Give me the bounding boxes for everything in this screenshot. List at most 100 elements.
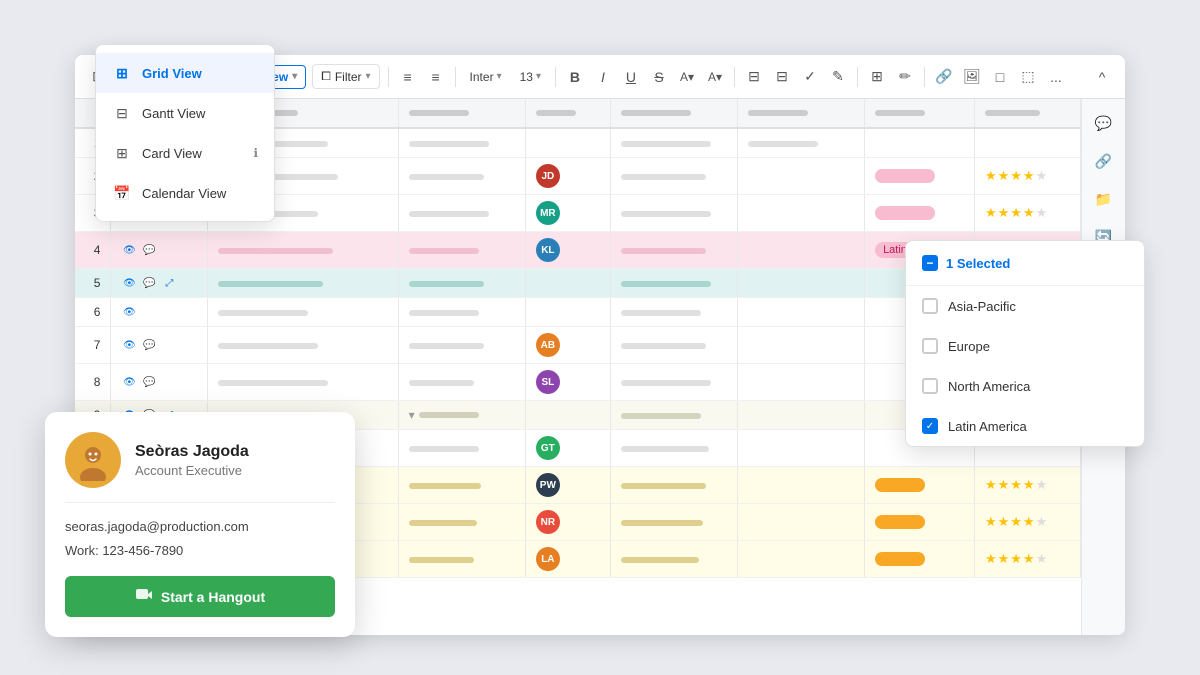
- col-region: [737, 99, 864, 128]
- more1-icon[interactable]: □: [989, 66, 1011, 88]
- row-field2: [398, 298, 525, 327]
- row-field3: [610, 364, 737, 401]
- indent-icon[interactable]: ⊟: [771, 66, 793, 88]
- row-tag: [865, 195, 975, 232]
- row-field2: [398, 269, 525, 298]
- font-color-icon[interactable]: A▾: [704, 66, 726, 88]
- font-size-selector[interactable]: 13 ▾: [514, 67, 547, 87]
- row-field3: [610, 298, 737, 327]
- col-avatar: [525, 99, 610, 128]
- divider-3: [455, 67, 456, 87]
- north-america-checkbox[interactable]: [922, 378, 938, 394]
- highlight-color-icon[interactable]: A▾: [676, 66, 698, 88]
- divider-7: [924, 67, 925, 87]
- eye-icon[interactable]: 👁: [121, 275, 137, 291]
- italic-icon[interactable]: I: [592, 66, 614, 88]
- divider-2: [388, 67, 389, 87]
- grid-view-option[interactable]: ⊞ Grid View: [96, 53, 274, 93]
- europe-checkbox[interactable]: [922, 338, 938, 354]
- comment-icon[interactable]: 💬: [1088, 107, 1120, 139]
- avatar: AB: [536, 333, 560, 357]
- table-grid-icon[interactable]: ⊞: [866, 66, 888, 88]
- row-field3: [610, 401, 737, 430]
- chat-icon[interactable]: 💬: [141, 337, 157, 353]
- check-icon[interactable]: ✓: [799, 66, 821, 88]
- eye-icon[interactable]: 👁: [121, 304, 137, 320]
- asia-pacific-option[interactable]: Asia-Pacific: [906, 286, 1144, 326]
- row-field3: [610, 327, 737, 364]
- chat-icon[interactable]: 💬: [141, 374, 157, 390]
- row-region: [737, 298, 864, 327]
- info-icon: ℹ: [253, 146, 258, 160]
- contact-info-header: Seòras Jagoda Account Executive: [135, 443, 249, 478]
- card-view-icon: ⊞: [112, 143, 132, 163]
- expand-icon[interactable]: ⤢: [161, 275, 177, 291]
- row-field2: [398, 232, 525, 269]
- north-america-label: North America: [948, 379, 1030, 394]
- link-icon[interactable]: 🔗: [1088, 145, 1120, 177]
- row-region: [737, 195, 864, 232]
- row-avatar-cell: LA: [525, 541, 610, 578]
- align-left-icon[interactable]: ≡: [397, 66, 419, 88]
- bold-icon[interactable]: B: [564, 66, 586, 88]
- chevron-down-icon: ▾: [497, 71, 502, 82]
- contact-header: Seòras Jagoda Account Executive: [65, 432, 335, 488]
- row-field2: [398, 364, 525, 401]
- col-tag: [865, 99, 975, 128]
- row-region: [737, 541, 864, 578]
- more-options-icon[interactable]: ...: [1045, 66, 1067, 88]
- more2-icon[interactable]: ⬚: [1017, 66, 1039, 88]
- star-rating: ★★★★: [985, 205, 1036, 220]
- font-selector[interactable]: Inter ▾: [464, 67, 508, 87]
- eye-icon[interactable]: 👁: [121, 337, 137, 353]
- row-field3: [610, 467, 737, 504]
- row-region: [737, 430, 864, 467]
- avatar: LA: [536, 547, 560, 571]
- pen-icon[interactable]: ✎: [827, 66, 849, 88]
- contact-details: seoras.jagoda@production.com Work: 123-4…: [65, 515, 335, 562]
- star-rating: ★★★★: [985, 551, 1036, 566]
- row-tag: [865, 158, 975, 195]
- row-rating: ★★★★★: [974, 467, 1080, 504]
- row-tag: [865, 467, 975, 504]
- avatar: [65, 432, 121, 488]
- row-field3: [610, 195, 737, 232]
- chat-icon[interactable]: 💬: [141, 275, 157, 291]
- asia-pacific-checkbox[interactable]: [922, 298, 938, 314]
- row-rating: ★★★★★: [974, 195, 1080, 232]
- filter-button[interactable]: ⧠ Filter ▾: [312, 64, 379, 89]
- calendar-view-icon: 📅: [112, 183, 132, 203]
- row-avatar-cell: KL: [525, 232, 610, 269]
- card-view-option[interactable]: ⊞ Card View ℹ: [96, 133, 274, 173]
- row-field3: [610, 158, 737, 195]
- europe-option[interactable]: Europe: [906, 326, 1144, 366]
- north-america-option[interactable]: North America: [906, 366, 1144, 406]
- latin-america-label: Latin America: [948, 419, 1027, 434]
- eye-icon[interactable]: 👁: [121, 242, 137, 258]
- row-actions: 👁💬: [111, 327, 207, 364]
- calendar-view-option[interactable]: 📅 Calendar View: [96, 173, 274, 213]
- row-region: [737, 364, 864, 401]
- row-avatar-cell: NR: [525, 504, 610, 541]
- folder-icon[interactable]: 📁: [1088, 183, 1120, 215]
- gantt-view-option[interactable]: ⊟ Gantt View: [96, 93, 274, 133]
- row-rating: [974, 128, 1080, 158]
- align-right-icon[interactable]: ≡: [425, 66, 447, 88]
- align-icon[interactable]: ⊟: [743, 66, 765, 88]
- eye-icon[interactable]: 👁: [121, 374, 137, 390]
- strikethrough-icon[interactable]: S: [648, 66, 670, 88]
- divider-5: [734, 67, 735, 87]
- image-icon[interactable]: 🖼: [961, 66, 983, 88]
- highlight2-icon[interactable]: ✏: [894, 66, 916, 88]
- row-number: 8: [75, 364, 111, 401]
- latin-america-checkbox[interactable]: ✓: [922, 418, 938, 434]
- chat-icon[interactable]: 💬: [141, 242, 157, 258]
- latin-america-option[interactable]: ✓ Latin America: [906, 406, 1144, 446]
- row-avatar-cell: [525, 401, 610, 430]
- collapse-icon[interactable]: ^: [1091, 66, 1113, 88]
- underline-icon[interactable]: U: [620, 66, 642, 88]
- start-hangout-button[interactable]: Start a Hangout: [65, 576, 335, 617]
- row-avatar-cell: GT: [525, 430, 610, 467]
- row-field2: [398, 541, 525, 578]
- link-icon[interactable]: 🔗: [933, 66, 955, 88]
